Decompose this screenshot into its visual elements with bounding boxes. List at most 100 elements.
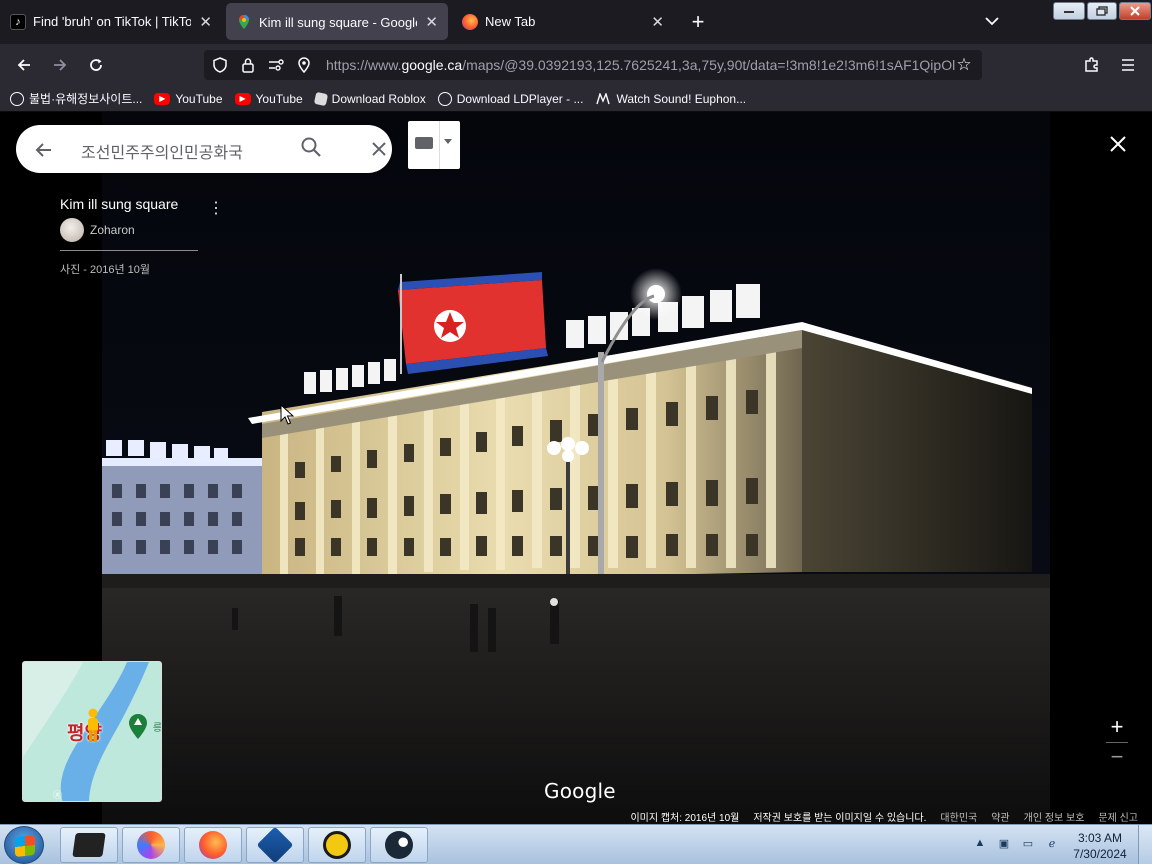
firefox-icon [199,831,227,859]
taskbar-app[interactable] [246,826,304,864]
bookmark-item[interactable]: Download Roblox [313,91,426,106]
map-side-label: 릉 [150,722,161,732]
app-menu-button[interactable] [1114,51,1142,79]
url-prefix: https://www. [326,57,402,73]
bookmark-label: YouTube [175,91,223,106]
terms-link[interactable]: 약관 [991,809,1009,824]
report-problem-link[interactable]: 문제 신고 [1098,809,1138,824]
tab-title: New Tab [485,14,536,29]
tab-tiktok[interactable]: ♪ Find 'bruh' on TikTok | TikTok S ✕ [0,3,222,40]
author-name[interactable]: Zoharon [90,223,135,237]
zoom-in-button[interactable]: + [1106,714,1128,739]
new-tab-button[interactable]: + [682,3,714,40]
bookmark-star-icon[interactable]: ☆ [952,53,976,77]
globe-icon [10,91,24,106]
close-icon[interactable] [366,136,392,162]
minimap[interactable]: 평양 릉 ㉨ [22,661,162,802]
bookmark-item[interactable]: 불법·유해정보사이트... [10,90,142,107]
google-maps-icon [236,14,252,30]
keyboard-icon [415,137,433,149]
bookmarks-toolbar: 불법·유해정보사이트... ▶ YouTube ▶ YouTube Download… [0,86,1152,112]
close-tab-icon[interactable]: ✕ [425,13,438,31]
network-icon[interactable]: ▣ [996,835,1012,851]
tracking-protection-icon[interactable] [208,53,232,77]
arrow-right-icon [54,59,67,71]
bookmark-item[interactable]: Watch Sound! Euphon... [595,91,746,107]
url-text[interactable]: https://www.google.ca/maps/@39.0392193,1… [326,57,956,73]
search-input[interactable]: 조선민주주의인민공화국 [81,139,243,163]
system-clock[interactable]: 3:03 AM 7/30/2024 [1064,830,1136,862]
capture-date: 이미지 캡처: 2016년 10월 [630,812,740,824]
street-view-photo[interactable] [102,112,1050,824]
extensions-button[interactable] [1078,51,1106,79]
close-window-button[interactable] [1119,2,1151,20]
tiktok-icon: ♪ [10,13,26,30]
arrow-left-icon [17,59,30,71]
address-bar[interactable]: https://www.google.ca/maps/@39.0392193,1… [204,50,982,80]
taskbar-app[interactable] [122,827,180,863]
bookmark-label: Download Roblox [331,91,426,106]
bookmark-item[interactable]: ▶ YouTube [154,91,223,106]
permissions-icon[interactable] [264,53,288,77]
close-tab-icon[interactable]: ✕ [651,13,664,31]
restore-window-button[interactable] [1087,2,1117,20]
minimize-window-button[interactable] [1053,2,1085,20]
bookmark-item[interactable]: ▶ YouTube [234,92,303,106]
reload-icon [90,59,102,71]
tab-google-maps[interactable]: Kim ill sung square - Google 지 ✕ [226,3,448,40]
teamviewer-icon [323,831,351,859]
pegman-icon[interactable] [85,708,101,744]
location-pin-icon[interactable] [292,53,316,77]
tab-new-tab[interactable]: New Tab ✕ [452,3,674,40]
reload-button[interactable] [82,51,110,79]
place-title[interactable]: Kim ill sung square [60,196,230,212]
steam-icon [385,831,413,859]
list-all-tabs-icon[interactable] [980,8,1004,34]
close-street-view-button[interactable] [1104,130,1132,158]
bookmark-label: Watch Sound! Euphon... [616,91,747,106]
back-arrow-icon[interactable] [30,137,56,163]
back-button[interactable] [10,51,38,79]
chevron-down-icon[interactable] [444,139,452,144]
close-tab-icon[interactable]: ✕ [199,13,212,31]
divider [60,250,198,251]
zoom-out-button[interactable]: − [1106,744,1128,769]
park-pin-icon[interactable] [127,714,149,740]
windows-logo-icon [15,834,35,858]
country-link[interactable]: 대한민국 [940,809,977,824]
privacy-link[interactable]: 개인 정보 보호 [1024,809,1085,824]
start-button[interactable] [4,826,44,864]
clock-date: 7/30/2024 [1073,847,1127,861]
display-icon[interactable]: ▭ [1020,835,1036,851]
google-logo: Google [544,779,616,803]
photo-info-card: Kim ill sung square ⋮ Zoharon 사진 - 2016년… [60,196,230,277]
taskbar-app[interactable] [60,827,118,863]
tab-strip: ♪ Find 'bruh' on TikTok | TikTok S ✕ Kim… [0,0,1152,44]
search-icon[interactable] [300,136,326,162]
mouse-cursor-icon [280,404,294,425]
street-view-viewport[interactable]: 조선민주주의인민공화국 Kim ill sung square ⋮ Zoharo… [0,112,1152,824]
edge-icon[interactable]: ℯ [1044,835,1060,851]
show-desktop-button[interactable] [1138,825,1152,864]
more-options-icon[interactable]: ⋮ [208,198,224,218]
puzzle-icon [1085,57,1098,72]
taskbar-app[interactable] [308,827,366,863]
photo-date: 사진 - 2016년 10월 [60,264,151,276]
tab-title: Kim ill sung square - Google 지 [259,15,417,30]
firefox-icon [462,13,478,30]
bookmark-label: Download LDPlayer - ... [456,91,584,106]
maps-search-box[interactable]: 조선민주주의인민공화국 [16,125,392,173]
bookmark-item[interactable]: Download LDPlayer - ... [437,91,584,106]
input-tools-button[interactable] [408,121,460,169]
site-icon [595,91,611,107]
avatar [60,218,84,242]
terminal-icon [72,833,106,857]
taskbar-app[interactable] [370,827,428,863]
lock-icon[interactable] [236,53,260,77]
chevron-up-icon[interactable]: ▲ [972,835,988,851]
tab-title: Find 'bruh' on TikTok | TikTok S [33,14,192,29]
forward-button[interactable] [46,51,74,79]
photo-author[interactable]: Zoharon [60,218,230,242]
taskbar-app[interactable] [184,827,242,863]
hamburger-icon [1122,59,1134,71]
